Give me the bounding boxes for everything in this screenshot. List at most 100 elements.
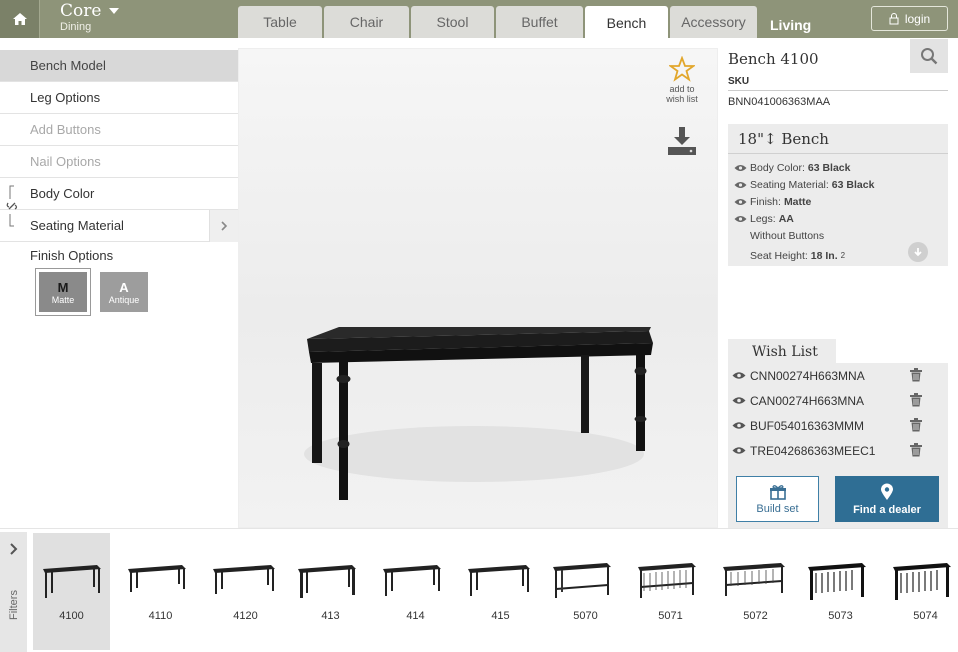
model-code: 414: [406, 610, 425, 622]
trash-icon[interactable]: [910, 368, 922, 382]
finish-swatch-matte[interactable]: M Matte: [35, 268, 91, 316]
model-code: 5072: [743, 610, 768, 622]
wishlist-item: BUF054016363MMM: [728, 413, 948, 438]
living-link[interactable]: Living: [770, 17, 811, 33]
bench-thumbnail: [383, 565, 441, 596]
trash-icon[interactable]: [910, 393, 922, 407]
wishlist-sku: BUF054016363MMM: [750, 418, 865, 433]
bench-thumbnail: [128, 565, 186, 592]
link-icon[interactable]: [5, 185, 19, 227]
tab-buffet[interactable]: Buffet: [496, 6, 583, 38]
tab-stool[interactable]: Stool: [411, 6, 494, 38]
gift-icon: [769, 484, 786, 500]
map-pin-icon: [881, 483, 893, 500]
brand-title: Core: [60, 1, 102, 21]
spec-label: Seating Material:: [750, 178, 829, 191]
tab-accessory[interactable]: Accessory: [670, 6, 757, 38]
option-label: Nail Options: [30, 154, 101, 169]
wishlist-panel: CNN00274H663MNA CAN00274H663MNA BUF05401…: [728, 363, 948, 528]
model-thumb[interactable]: 5073: [798, 533, 883, 650]
wishlist-item: CAN00274H663MNA: [728, 388, 948, 413]
spec-label: Legs:: [750, 212, 776, 225]
wishlist-label-1: add to: [669, 84, 695, 94]
home-icon: [12, 13, 27, 25]
model-code: 5070: [573, 610, 598, 622]
model-thumb[interactable]: 413: [288, 533, 373, 650]
home-button[interactable]: [0, 0, 40, 38]
wishlist-label-2: wish list: [666, 94, 698, 104]
build-set-button[interactable]: Build set: [736, 476, 819, 522]
brand-subtitle: Dining: [60, 21, 92, 33]
search-icon: [921, 48, 938, 65]
add-to-wishlist-button[interactable]: add to wish list: [660, 55, 704, 104]
search-button[interactable]: [910, 39, 948, 73]
model-thumbnails: 4100 4110 4120 413 414 415 5070 5071 507…: [33, 533, 958, 650]
login-button[interactable]: login: [871, 6, 948, 31]
model-code: 5073: [828, 610, 853, 622]
swatch-letter: M: [57, 279, 69, 295]
eye-icon[interactable]: [732, 446, 746, 455]
filters-label: Filters: [8, 590, 20, 620]
spec-value: 63 Black: [807, 161, 851, 174]
eye-icon[interactable]: [734, 181, 747, 189]
tab-bench[interactable]: Bench: [585, 6, 668, 39]
tab-chair[interactable]: Chair: [324, 6, 409, 38]
model-thumb[interactable]: 415: [458, 533, 543, 650]
model-thumb[interactable]: 414: [373, 533, 458, 650]
chevron-right-icon: [10, 543, 18, 555]
eye-icon[interactable]: [732, 421, 746, 430]
option-bench-model[interactable]: Bench Model: [0, 50, 238, 82]
model-thumb[interactable]: 4100: [33, 533, 110, 650]
footnote: 2: [840, 251, 846, 260]
eye-icon[interactable]: [732, 396, 746, 405]
wishlist-sku: CNN00274H663MNA: [750, 368, 865, 383]
model-thumb[interactable]: 5070: [543, 533, 628, 650]
option-leg-options[interactable]: Leg Options: [0, 82, 238, 114]
model-code: 4100: [59, 610, 84, 622]
find-dealer-label: Find a dealer: [853, 503, 921, 516]
model-thumb[interactable]: 4120: [203, 533, 288, 650]
model-thumb[interactable]: 5074: [883, 533, 958, 650]
model-code: 5071: [658, 610, 683, 622]
expand-button[interactable]: [908, 242, 928, 262]
tab-table[interactable]: Table: [238, 6, 322, 38]
bench-render: [304, 327, 653, 500]
bench-thumbnail: [213, 565, 275, 594]
spec-label: Body Color:: [750, 161, 805, 174]
spec-label: Finish:: [750, 195, 781, 208]
spec-value: Matte: [783, 195, 812, 208]
model-thumb[interactable]: 5071: [628, 533, 713, 650]
bench-thumbnail: [43, 565, 101, 598]
chevron-down-icon[interactable]: [109, 8, 119, 14]
trash-icon[interactable]: [910, 443, 922, 457]
eye-icon[interactable]: [734, 215, 747, 223]
model-code: 5074: [913, 610, 938, 622]
brand-selector[interactable]: Core Dining: [60, 2, 101, 34]
bench-thumbnail: [553, 563, 611, 598]
lock-icon: [889, 12, 899, 24]
finish-swatch-antique[interactable]: A Antique: [100, 272, 148, 312]
top-bar: Core Dining Table Chair Stool Buffet Ben…: [0, 0, 958, 39]
arrow-down-icon: [914, 248, 922, 257]
filters-toggle[interactable]: Filters: [0, 532, 27, 652]
wishlist-sku: CAN00274H663MNA: [750, 393, 865, 408]
spec-seating-material: Seating Material: 63 Black: [728, 176, 948, 193]
model-thumb[interactable]: 5072: [713, 533, 798, 650]
chevron-right-icon[interactable]: [209, 210, 238, 242]
download-icon[interactable]: [666, 125, 698, 157]
eye-icon[interactable]: [734, 164, 747, 172]
option-body-color[interactable]: Body Color: [0, 178, 238, 210]
swatch-name: Antique: [108, 294, 140, 305]
trash-icon[interactable]: [910, 418, 922, 432]
find-dealer-button[interactable]: Find a dealer: [835, 476, 939, 522]
eye-icon[interactable]: [734, 198, 747, 206]
model-thumb[interactable]: 4110: [118, 533, 203, 650]
spec-legs: Legs: AA: [728, 210, 948, 227]
option-seating-material[interactable]: Seating Material: [0, 210, 238, 242]
bench-thumbnail: [298, 565, 356, 598]
option-nail-options[interactable]: Nail Options: [0, 146, 238, 178]
eye-icon[interactable]: [732, 371, 746, 380]
model-code: 413: [321, 610, 340, 622]
model-code: 415: [491, 610, 510, 622]
option-add-buttons[interactable]: Add Buttons: [0, 114, 238, 146]
